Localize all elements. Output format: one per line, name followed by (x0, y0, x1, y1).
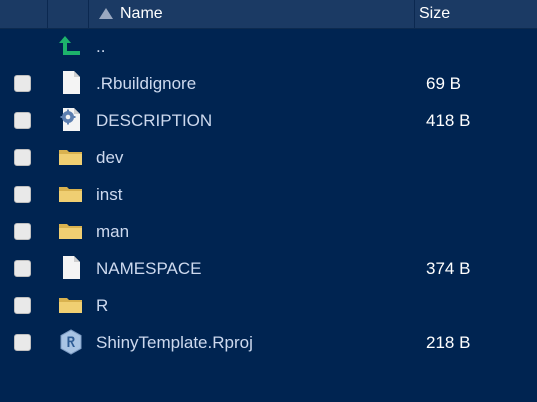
file-name[interactable]: inst (96, 185, 122, 205)
row-checkbox[interactable] (14, 112, 31, 129)
file-size: 418 B (426, 111, 471, 130)
list-item-rproj[interactable]: ShinyTemplate.Rproj 218 B (0, 324, 537, 361)
size-column-label: Size (419, 5, 451, 22)
file-list-header: Name Size (0, 0, 537, 29)
file-name[interactable]: DESCRIPTION (96, 111, 212, 131)
size-column-header[interactable]: Size (415, 0, 537, 28)
file-icon (58, 255, 84, 281)
folder-icon (58, 292, 84, 318)
row-checkbox[interactable] (14, 334, 31, 351)
folder-icon (58, 218, 84, 244)
list-item-namespace[interactable]: NAMESPACE 374 B (0, 250, 537, 287)
list-item-description[interactable]: DESCRIPTION 418 B (0, 102, 537, 139)
file-name[interactable]: man (96, 222, 129, 242)
name-column-header[interactable]: Name (89, 0, 415, 28)
file-icon (58, 70, 84, 96)
file-name[interactable]: NAMESPACE (96, 259, 202, 279)
list-item-dev[interactable]: dev (0, 139, 537, 176)
name-column-label: Name (120, 5, 163, 22)
rproj-icon (58, 329, 84, 355)
list-item-rbuildignore[interactable]: .Rbuildignore 69 B (0, 65, 537, 102)
list-item-man[interactable]: man (0, 213, 537, 250)
row-checkbox[interactable] (14, 260, 31, 277)
file-size: 374 B (426, 259, 471, 278)
file-size: 69 B (426, 74, 461, 93)
row-checkbox[interactable] (14, 186, 31, 203)
row-checkbox[interactable] (14, 297, 31, 314)
row-checkbox[interactable] (14, 149, 31, 166)
header-icon-column (48, 0, 89, 28)
gear-file-icon (58, 107, 84, 133)
file-name[interactable]: dev (96, 148, 123, 168)
list-item-inst[interactable]: inst (0, 176, 537, 213)
up-arrow-icon[interactable] (58, 33, 84, 59)
file-name[interactable]: R (96, 296, 108, 316)
folder-icon (58, 181, 84, 207)
list-item-parent-directory[interactable]: .. (0, 28, 537, 65)
row-checkbox[interactable] (14, 75, 31, 92)
file-name[interactable]: .. (96, 37, 105, 57)
header-checkbox-column (0, 0, 48, 28)
file-name[interactable]: ShinyTemplate.Rproj (96, 333, 253, 353)
list-item-r[interactable]: R (0, 287, 537, 324)
file-size: 218 B (426, 333, 471, 352)
row-checkbox[interactable] (14, 223, 31, 240)
file-name[interactable]: .Rbuildignore (96, 74, 196, 94)
folder-icon (58, 144, 84, 170)
sort-ascending-icon[interactable] (99, 8, 113, 19)
